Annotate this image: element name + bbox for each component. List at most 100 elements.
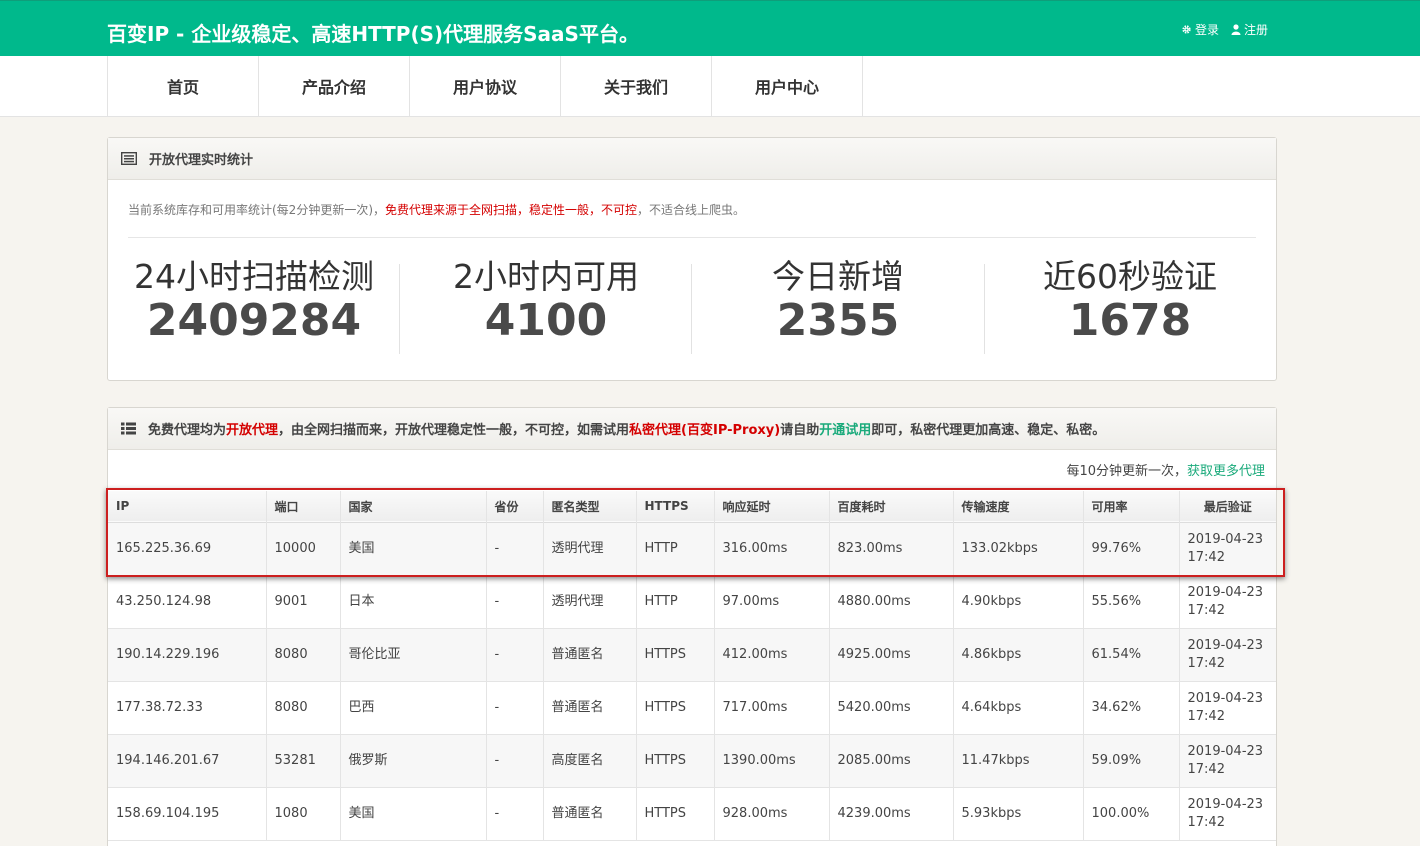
- nav-menu: 首页 产品介绍 用户协议 关于我们 用户中心: [107, 56, 863, 116]
- stats-panel: 开放代理实时统计 当前系统库存和可用率统计(每2分钟更新一次)，免费代理来源于全…: [107, 137, 1277, 381]
- cell-country: 美国: [340, 787, 487, 840]
- nav-item-about[interactable]: 关于我们: [561, 56, 712, 116]
- cell-speed: 11.47kbps: [953, 734, 1084, 787]
- stat-new-today: 今日新增 2355: [692, 256, 984, 344]
- col-header-province[interactable]: 省份: [486, 491, 544, 522]
- col-header-availability[interactable]: 可用率: [1083, 491, 1180, 522]
- table-row[interactable]: 158.69.104.195 1080 美国 - 普通匿名 HTTPS 928.00ms 42…: [108, 787, 1276, 840]
- table-body: 165.225.36.69 10000 美国 - 透明代理 HTTP 316.00ms 823…: [108, 522, 1276, 840]
- login-label: 登录: [1194, 23, 1219, 37]
- cell-last-verified: 2019-04-23 17:42: [1187, 690, 1264, 724]
- cell-country: 哥伦比亚: [340, 628, 487, 681]
- cell-last-verified: 2019-04-23 17:42: [1187, 743, 1264, 777]
- login-link[interactable]: 登录: [1181, 21, 1219, 38]
- col-header-baidu-time[interactable]: 百度耗时: [829, 491, 954, 522]
- divider: [128, 237, 1256, 238]
- brand-title[interactable]: 百变IP - 企业级稳定、高速HTTP(S)代理服务SaaS平台。: [107, 18, 639, 47]
- cell-availability: 34.62%: [1083, 681, 1180, 734]
- cell-country: 巴西: [340, 681, 487, 734]
- table-row[interactable]: 43.250.124.98 9001 日本 - 透明代理 HTTP 97.00ms 4880.…: [108, 575, 1276, 628]
- cell-port: 10000: [266, 522, 341, 575]
- stat-value: 2409284: [146, 295, 362, 346]
- more-proxies-link[interactable]: 获取更多代理: [1187, 464, 1265, 479]
- cell-anonymity: 普通匿名: [543, 628, 637, 681]
- cell-port: 1080: [266, 787, 341, 840]
- user-icon: [1231, 24, 1241, 35]
- nav-item-products[interactable]: 产品介绍: [259, 56, 410, 116]
- nav-item-user-center[interactable]: 用户中心: [712, 56, 863, 116]
- header-text: 即可，私密代理更加高速、稳定、私密。: [871, 423, 1106, 438]
- stat-label: 2小时内可用: [453, 257, 639, 296]
- cell-latency: 1390.00ms: [714, 734, 830, 787]
- account-links: 登录 注册: [1181, 21, 1268, 38]
- table-row[interactable]: 165.225.36.69 10000 美国 - 透明代理 HTTP 316.00ms 823…: [108, 522, 1276, 575]
- col-header-https[interactable]: HTTPS: [636, 491, 715, 522]
- th-list-icon: [121, 422, 136, 435]
- cell-province: -: [486, 628, 544, 681]
- cell-availability: 59.09%: [1083, 734, 1180, 787]
- cell-ip: 190.14.229.196: [108, 628, 267, 681]
- stat-label: 24小时扫描检测: [134, 257, 374, 296]
- nav-item-agreement[interactable]: 用户协议: [410, 56, 561, 116]
- stat-available-2h: 2小时内可用 4100: [400, 256, 692, 344]
- proxy-panel-text: 免费代理均为开放代理，由全网扫描而来，开放代理稳定性一般，不可控，如需试用私密代…: [148, 419, 1105, 438]
- col-header-last-verified[interactable]: 最后验证: [1179, 491, 1276, 522]
- cell-province: -: [486, 681, 544, 734]
- update-text: 每10分钟更新一次，: [1066, 464, 1187, 479]
- cell-latency: 412.00ms: [714, 628, 830, 681]
- stat-value: 4100: [484, 295, 608, 346]
- cell-last-verified: 2019-04-23 17:42: [1187, 796, 1264, 830]
- cell-anonymity: 普通匿名: [543, 787, 637, 840]
- list-alt-icon: [121, 152, 137, 165]
- trial-link[interactable]: 开通试用: [819, 423, 871, 438]
- col-header-country[interactable]: 国家: [340, 491, 487, 522]
- cell-speed: 4.86kbps: [953, 628, 1084, 681]
- cell-availability: 100.00%: [1083, 787, 1180, 840]
- register-link[interactable]: 注册: [1231, 21, 1268, 38]
- col-header-latency[interactable]: 响应延时: [714, 491, 830, 522]
- cell-anonymity: 透明代理: [543, 575, 637, 628]
- cell-latency: 97.00ms: [714, 575, 830, 628]
- col-header-anonymity[interactable]: 匿名类型: [543, 491, 637, 522]
- stats-panel-title: 开放代理实时统计: [149, 153, 254, 168]
- col-header-speed[interactable]: 传输速度: [953, 491, 1084, 522]
- proxy-table: IP 端口 国家 省份 匿名类型 HTTPS 响应延时 百度耗时 传输速度 可用…: [108, 491, 1276, 841]
- cell-https: HTTPS: [636, 787, 715, 840]
- cell-anonymity: 普通匿名: [543, 681, 637, 734]
- cell-availability: 55.56%: [1083, 575, 1180, 628]
- cell-baidu-time: 2085.00ms: [829, 734, 954, 787]
- table-row[interactable]: 177.38.72.33 8080 巴西 - 普通匿名 HTTPS 717.00ms 5420…: [108, 681, 1276, 734]
- cell-province: -: [486, 522, 544, 575]
- cell-speed: 5.93kbps: [953, 787, 1084, 840]
- cell-ip: 194.146.201.67: [108, 734, 267, 787]
- cell-latency: 717.00ms: [714, 681, 830, 734]
- cell-https: HTTP: [636, 575, 715, 628]
- stats-note-part1: 当前系统库存和可用率统计(每2分钟更新一次)，: [128, 203, 385, 217]
- table-row[interactable]: 194.146.201.67 53281 俄罗斯 - 高度匿名 HTTPS 1390.00m…: [108, 734, 1276, 787]
- cell-province: -: [486, 787, 544, 840]
- cell-anonymity: 高度匿名: [543, 734, 637, 787]
- stat-scanned-24h: 24小时扫描检测 2409284: [108, 256, 400, 344]
- stats-note: 当前系统库存和可用率统计(每2分钟更新一次)，免费代理来源于全网扫描，稳定性一般…: [128, 201, 745, 218]
- stat-value: 2355: [776, 295, 900, 346]
- col-header-port[interactable]: 端口: [266, 491, 341, 522]
- cell-https: HTTPS: [636, 628, 715, 681]
- cell-speed: 4.64kbps: [953, 681, 1084, 734]
- cell-province: -: [486, 734, 544, 787]
- header-text: 请自助: [780, 423, 820, 438]
- top-header: 百变IP - 企业级稳定、高速HTTP(S)代理服务SaaS平台。 登录 注册: [0, 0, 1420, 56]
- cell-port: 9001: [266, 575, 341, 628]
- cell-last-verified: 2019-04-23 17:42: [1187, 584, 1264, 618]
- header-text: 免费代理均为: [148, 423, 227, 438]
- cell-country: 俄罗斯: [340, 734, 487, 787]
- cell-speed: 4.90kbps: [953, 575, 1084, 628]
- proxy-list-panel: 免费代理均为开放代理，由全网扫描而来，开放代理稳定性一般，不可控，如需试用私密代…: [107, 407, 1277, 846]
- stat-verified-60s: 近60秒验证 1678: [984, 256, 1276, 344]
- cell-last-verified: 2019-04-23 17:42: [1187, 531, 1264, 565]
- cell-baidu-time: 4239.00ms: [829, 787, 954, 840]
- table-row[interactable]: 190.14.229.196 8080 哥伦比亚 - 普通匿名 HTTPS 412.00ms…: [108, 628, 1276, 681]
- cell-availability: 99.76%: [1083, 522, 1180, 575]
- stat-label: 近60秒验证: [1043, 257, 1217, 296]
- col-header-ip[interactable]: IP: [108, 491, 267, 522]
- nav-item-home[interactable]: 首页: [108, 56, 259, 116]
